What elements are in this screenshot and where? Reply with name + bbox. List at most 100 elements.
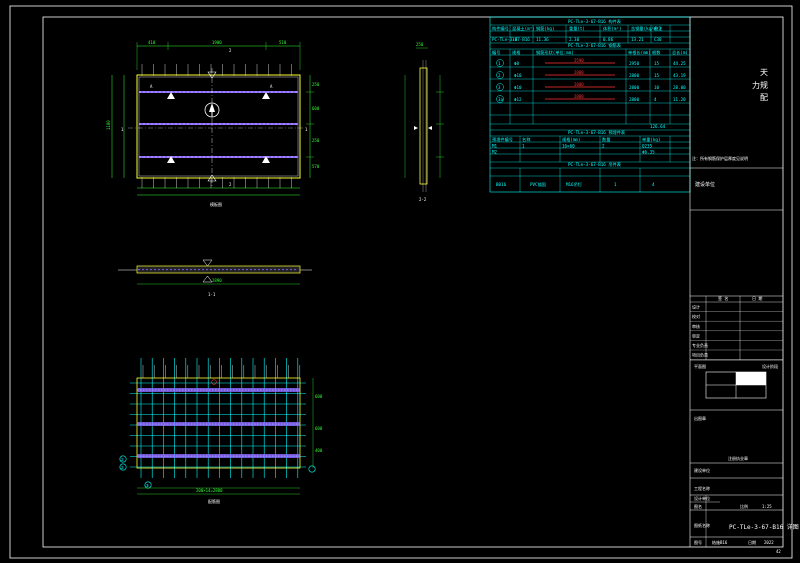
plan-label-a: A [150,84,153,89]
embed-table-title: PC-TLe-3-67-B16 预埋件表 [568,129,626,136]
seal-sub: 注册执业章 [728,455,748,461]
elevation-dim: 2890 [212,278,222,283]
embed-header: 名称 [522,136,530,143]
rebar-total-length: 44.25 [673,61,686,66]
plan-dim-right-4: 570 [312,164,320,169]
embed-cell: M2 [492,150,498,155]
plan-dim-top-3: 510 [279,40,287,45]
date-label: 日期 [748,539,756,545]
rebar-header: 编号 [492,49,500,56]
side-dim-top: 250 [416,42,424,47]
sig-header: 签 名 [718,295,728,301]
rebar-length: 2800 [629,85,640,90]
component-header: 重量(t) [569,25,585,32]
sub-label: 工程名称 [694,485,710,491]
lift-point-icon [167,92,175,99]
component-header: 构件编号 [492,25,509,32]
rebar-header: 根数 [652,49,661,56]
rebar-tag-3: ③ [146,483,150,488]
lift-cell: PVC锚固 [530,181,546,188]
sig-row-label: 专业负责 [692,342,708,348]
rebar-total-length: 28.00 [673,85,686,90]
embed-cell: 2 [602,144,605,149]
sig-row-label: 设计 [692,304,700,310]
rebar-length: 2950 [629,61,640,66]
rebar-header: 单根长(mm) [628,49,651,56]
component-header: 备注 [654,25,663,32]
rebar-no: 1 [498,61,501,66]
side-text-1: 天 [760,68,768,77]
sheet-title: PC-TLe-3-67-B16 详图 [729,523,799,531]
embed-cell: 1 [522,144,525,149]
lift-cell: 1 [614,182,617,187]
sig-row-label: 校对 [692,313,700,319]
component-header: 钢筋(kg) [536,25,554,32]
lift-cell: 4 [652,182,655,187]
side-section-2-2: 250 2-2 [404,42,444,202]
embed-cell: Q235 [642,144,653,149]
note-line: 注：所有钢筋保护层厚度见说明 [692,155,748,161]
component-cell: 2.30 [569,37,580,42]
rebar-table-title: PC-TLe-3-67-B16 钢筋表 [568,42,622,49]
embed-cell: Φ6.35 [642,150,655,155]
sheet-no: 结施B16 [712,539,728,545]
section-marker-2: 2 [229,48,232,53]
plan-dim-right-3: 250 [312,138,320,143]
component-cell: 0.86 [603,37,614,42]
rebar-count: 15 [654,61,660,66]
section-marker-1: 1 [121,127,124,132]
plan-dim-top-1: 410 [148,40,156,45]
plan-dim-top-2: 1900 [212,40,222,45]
rebar-layout: ① ② ③ 600 600 400 200×14=2800 配筋图 [119,358,323,504]
embed-header: 规格(mm) [562,136,580,143]
rebar-dim-right-1: 600 [315,394,323,399]
embed-cell: M1 [492,144,498,149]
rebar-tag-1: ① [121,457,125,462]
section-marker-1-right: 1 [305,127,308,132]
lift-cell: M16吊钉 [566,181,583,188]
design-unit-label: 设计单位 [694,495,710,501]
rebar-no: 2 [498,73,501,78]
component-cell: 18 [512,37,518,42]
rebar-count: 10 [654,85,660,90]
rebar-shape: 2800 [574,94,584,99]
embed-header: 数量 [602,136,610,143]
component-table-title: PC-TLe-3-67-B16 构件表 [568,18,622,25]
rebar-total-length: 11.20 [673,97,686,102]
grid-highlight-cell [736,372,766,385]
stamp-label: 建设单位 [695,181,715,188]
rebar-header: 规格 [512,49,521,56]
plan-label-a-right: A [270,84,273,89]
rebar-dim-bottom: 200×14=2800 [196,488,223,493]
scale-value: 1:25 [762,504,772,509]
rebar-spec: Φ10 [514,73,522,78]
grid-label: 平面图 [694,363,706,369]
section-marker-2-bottom: 2 [229,182,232,187]
rebar-spec: Φ10 [514,85,522,90]
plan-view: 410 1900 510 1180 250 600 250 570 模板图 2 … [106,40,320,207]
side-text-3: 配 [760,93,768,102]
rebar-shape: 2590 [574,58,584,63]
rebar-tag-2: ② [121,465,125,470]
page-number: 42 [776,549,781,554]
rebar-dim-right-2: 600 [315,426,323,431]
sheet-title-label: 图纸名称 [694,522,710,528]
sig-row-label: 审核 [692,323,700,329]
embed-header: 预埋件编号 [492,136,513,143]
rebar-length: 2800 [629,97,640,102]
project-label: 建设单位 [694,467,710,473]
rebar-dim-right-3: 400 [315,448,323,453]
sheet-no-label: 图号 [694,539,702,545]
embed-header: 单重(kg) [642,136,660,143]
embed-cell: 16×60 [562,144,575,149]
drawing-name-label: 图名 [694,503,702,509]
elevation-title: 1-1 [208,292,216,297]
rebar-shape: 2800 [574,82,584,87]
sig-row-label: 审定 [692,332,700,338]
rebar-no: 3 [498,85,501,90]
scale-label: 比例 [740,503,748,509]
cad-drawing-canvas: 410 1900 510 1180 250 600 250 570 模板图 2 … [9,5,799,559]
rebar-spec: Φ12 [514,97,522,102]
plan-rebar-ticks [141,64,292,188]
rebar-total-length: 43.19 [673,73,686,78]
